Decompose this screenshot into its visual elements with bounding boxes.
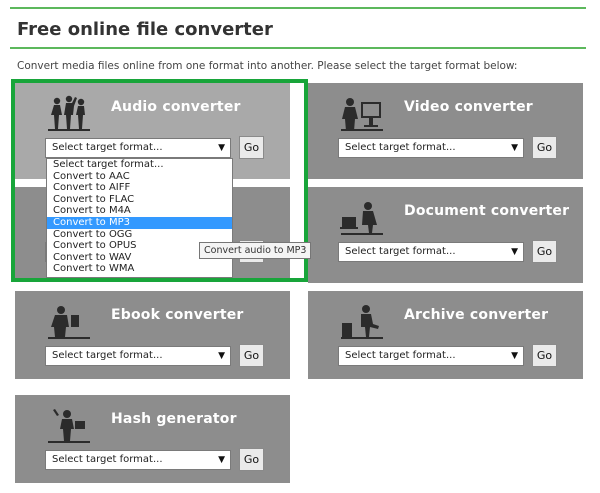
- ebook-converter-title: Ebook converter: [111, 307, 244, 323]
- document-person-icon: [340, 202, 383, 235]
- tooltip: Convert audio to MP3: [199, 242, 312, 259]
- ebook-format-select[interactable]: Select target format... ▼: [45, 346, 231, 366]
- dropdown-option[interactable]: Convert to WMA: [47, 263, 232, 275]
- archive-format-select-value: Select target format...: [345, 350, 456, 361]
- ebook-go-button[interactable]: Go: [239, 344, 264, 367]
- archive-converter-card: Archive converter Select target format..…: [308, 291, 583, 379]
- chevron-down-icon: ▼: [218, 351, 225, 361]
- archive-person-icon: [341, 305, 383, 339]
- archive-format-select[interactable]: Select target format... ▼: [338, 346, 524, 366]
- video-converter-card: Video converter Select target format... …: [308, 83, 583, 179]
- chevron-down-icon: ▼: [218, 455, 225, 465]
- intro-text: Convert media files online from one form…: [17, 60, 518, 72]
- archive-go-button[interactable]: Go: [532, 344, 557, 367]
- document-converter-card: Document converter Select target format.…: [308, 187, 583, 283]
- video-converter-title: Video converter: [404, 99, 533, 115]
- title-rule: [10, 47, 586, 49]
- ebook-reader-icon: [48, 306, 90, 339]
- hash-format-select-value: Select target format...: [52, 454, 163, 465]
- document-format-select[interactable]: Select target format... ▼: [338, 242, 524, 262]
- video-go-button[interactable]: Go: [532, 136, 557, 159]
- dropdown-option[interactable]: Convert to AAC: [47, 171, 232, 183]
- video-person-icon: [341, 98, 383, 131]
- page-title: Free online file converter: [17, 19, 273, 40]
- document-converter-title: Document converter: [404, 203, 570, 219]
- ebook-format-select-value: Select target format...: [52, 350, 163, 361]
- dropdown-option[interactable]: Convert to OGG: [47, 229, 232, 241]
- chevron-down-icon: ▼: [511, 247, 518, 257]
- dropdown-option[interactable]: Convert to M4A: [47, 205, 232, 217]
- hash-format-select[interactable]: Select target format... ▼: [45, 450, 231, 470]
- archive-converter-title: Archive converter: [404, 307, 549, 323]
- hash-generator-title: Hash generator: [111, 411, 237, 427]
- ebook-converter-card: Ebook converter Select target format... …: [15, 291, 290, 379]
- top-rule: [10, 7, 586, 9]
- chevron-down-icon: ▼: [511, 143, 518, 153]
- document-format-select-value: Select target format...: [345, 246, 456, 257]
- hash-person-icon: [48, 409, 90, 443]
- dropdown-option[interactable]: Convert to FLAC: [47, 194, 232, 206]
- video-format-select[interactable]: Select target format... ▼: [338, 138, 524, 158]
- video-format-select-value: Select target format...: [345, 142, 456, 153]
- audio-format-dropdown[interactable]: Select target format... Convert to AAC C…: [46, 158, 233, 278]
- hash-go-button[interactable]: Go: [239, 448, 264, 471]
- dropdown-option-selected[interactable]: Convert to MP3: [47, 216, 232, 229]
- chevron-down-icon: ▼: [511, 351, 518, 361]
- document-go-button[interactable]: Go: [532, 240, 557, 263]
- dropdown-option[interactable]: Select target format...: [47, 159, 232, 171]
- dropdown-option[interactable]: Convert to AIFF: [47, 182, 232, 194]
- hash-generator-card: Hash generator Select target format... ▼…: [15, 395, 290, 483]
